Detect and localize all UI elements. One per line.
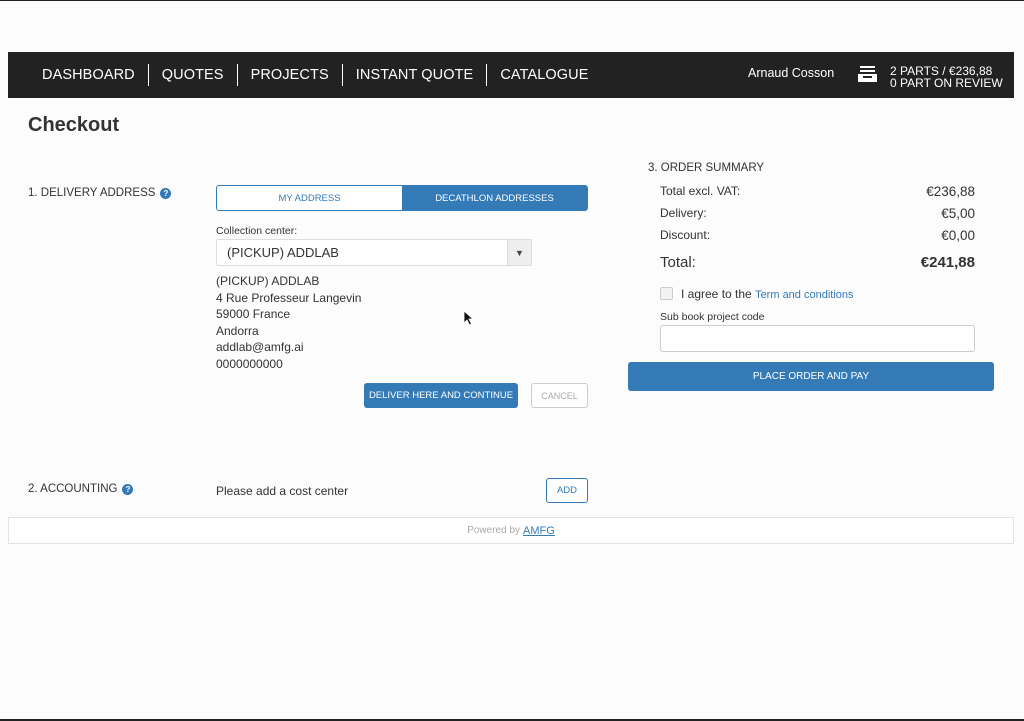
top-navbar: DASHBOARD QUOTES PROJECTS INSTANT QUOTE … (8, 52, 1014, 98)
summary-row-delivery: Delivery: €5,00 (660, 206, 975, 221)
agree-label: I agree to the (681, 287, 752, 301)
summary-row-discount: Discount: €0,00 (660, 228, 975, 243)
chevron-down-icon[interactable]: ▼ (507, 240, 531, 265)
address-block: (PICKUP) ADDLAB 4 Rue Professeur Langevi… (216, 273, 361, 372)
summary-label: Total excl. VAT: (660, 184, 741, 198)
mouse-cursor-icon (463, 310, 475, 326)
nav-projects[interactable]: PROJECTS (251, 67, 329, 83)
cart-summary[interactable]: 2 PARTS / €236,88 0 PART ON REVIEW (890, 65, 1003, 89)
nav-links: DASHBOARD QUOTES PROJECTS INSTANT QUOTE … (42, 52, 589, 98)
page-title: Checkout (28, 114, 120, 136)
address-line: (PICKUP) ADDLAB (216, 274, 320, 288)
total-value: €241,88 (920, 254, 975, 271)
terms-link[interactable]: Term and conditions (755, 289, 853, 301)
address-line: Andorra (216, 323, 259, 338)
summary-row-total: Total: €241,88 (660, 254, 975, 271)
nav-catalogue[interactable]: CATALOGUE (500, 67, 588, 83)
summary-label: Discount: (660, 228, 711, 242)
footer-text: Powered by (467, 525, 521, 536)
footer: Powered by AMFG (8, 517, 1014, 544)
nav-separator (341, 64, 343, 86)
summary-row-total-excl: Total excl. VAT: €236,88 (660, 184, 975, 199)
total-label: Total: (660, 254, 696, 271)
cost-center-message: Please add a cost center (216, 484, 349, 498)
summary-value: €236,88 (926, 184, 975, 199)
nav-instant-quote[interactable]: INSTANT QUOTE (356, 67, 474, 83)
nav-separator (147, 64, 149, 86)
deliver-here-button[interactable]: DELIVER HERE AND CONTINUE (364, 383, 518, 408)
place-order-button[interactable]: PLACE ORDER AND PAY (628, 362, 994, 391)
collection-center-label: Collection center: (216, 225, 298, 237)
amfg-link[interactable]: AMFG (523, 525, 555, 537)
sub-book-project-input[interactable] (660, 325, 975, 352)
collection-center-value: (PICKUP) ADDLAB (227, 245, 339, 260)
address-line: 0000000000 (216, 356, 283, 371)
help-icon[interactable]: ? (122, 483, 134, 495)
cart-icon[interactable] (858, 65, 877, 83)
collection-center-select[interactable]: (PICKUP) ADDLAB ▼ (216, 239, 532, 266)
summary-label: Delivery: (660, 206, 707, 220)
cart-review: 0 PART ON REVIEW (890, 76, 1003, 90)
cancel-button[interactable]: CANCEL (531, 383, 588, 408)
order-summary-title: 3. ORDER SUMMARY (648, 162, 765, 174)
nav-quotes[interactable]: QUOTES (162, 67, 224, 83)
help-icon[interactable]: ? (160, 187, 172, 199)
accounting-text-label: 2. ACCOUNTING (28, 483, 118, 495)
address-line: 59000 France (216, 307, 291, 321)
add-cost-center-button[interactable]: ADD (546, 478, 588, 503)
nav-separator (486, 64, 488, 86)
user-name[interactable]: Arnaud Cosson (748, 66, 834, 80)
nav-dashboard[interactable]: DASHBOARD (42, 67, 135, 83)
top-border (0, 0, 1024, 1)
sub-book-label: Sub book project code (660, 311, 765, 323)
terms-text: I agree to the Term and conditions (681, 287, 854, 301)
delivery-address-text: 1. DELIVERY ADDRESS (28, 187, 156, 199)
nav-separator (236, 64, 238, 86)
address-line: addlab@amfg.ai (216, 340, 304, 354)
terms-checkbox[interactable] (660, 287, 673, 300)
delivery-address-label: 1. DELIVERY ADDRESS ? (28, 187, 172, 199)
address-line: 4 Rue Professeur Langevin (216, 290, 362, 305)
tab-decathlon-addresses[interactable]: DECATHLON ADDRESSES (402, 186, 587, 210)
summary-value: €5,00 (941, 206, 975, 221)
accounting-label: 2. ACCOUNTING ? (28, 483, 134, 495)
address-tabs: MY ADDRESS DECATHLON ADDRESSES (216, 185, 588, 211)
summary-value: €0,00 (941, 228, 975, 243)
tab-my-address[interactable]: MY ADDRESS (217, 186, 402, 210)
